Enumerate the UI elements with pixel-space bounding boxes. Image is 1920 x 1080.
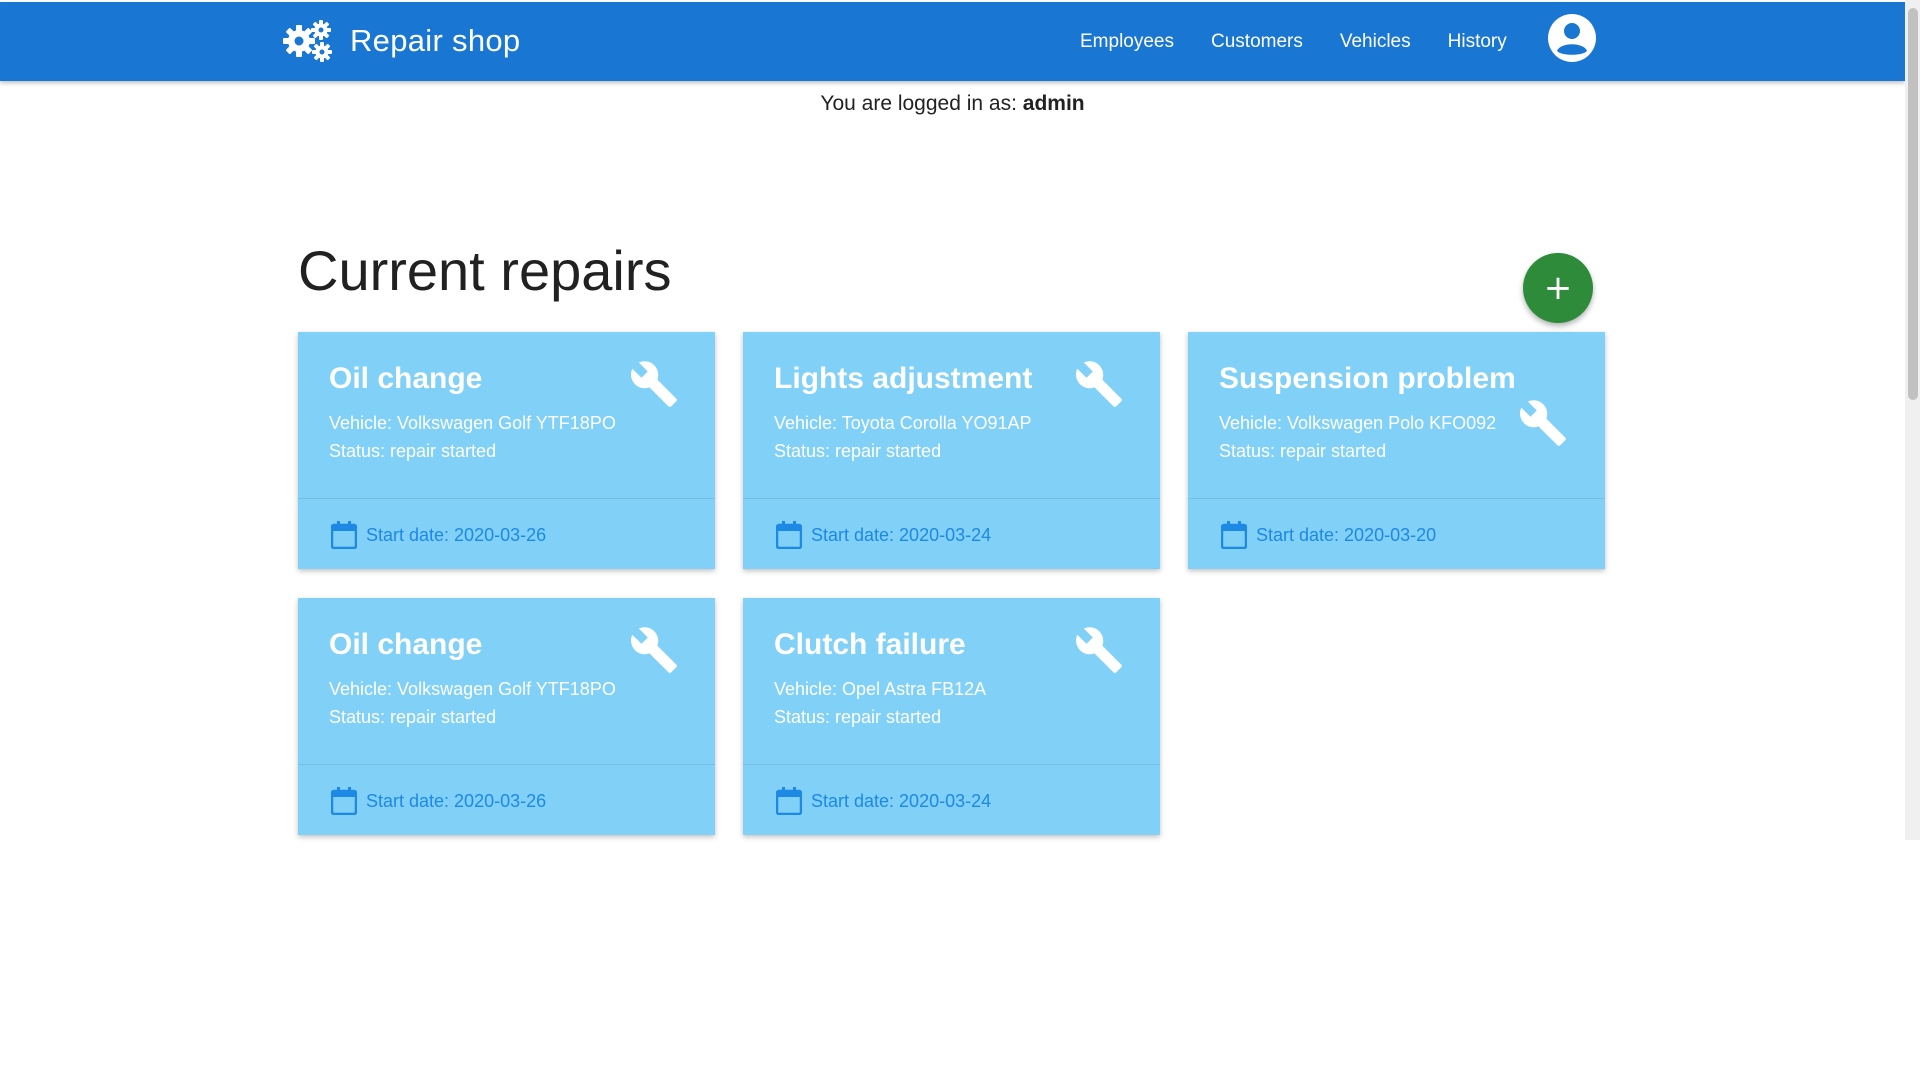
repair-card-footer: Start date: 2020-03-24 [776, 521, 991, 549]
repair-card[interactable]: Clutch failure Vehicle: Opel Astra FB12A… [743, 598, 1160, 835]
calendar-icon [331, 521, 357, 549]
repair-card[interactable]: Suspension problem Vehicle: Volkswagen P… [1188, 332, 1605, 569]
repair-card-start-date: Start date: 2020-03-20 [1256, 524, 1437, 545]
repair-card-start-date: Start date: 2020-03-26 [366, 790, 547, 811]
scrollbar-thumb[interactable] [1908, 8, 1918, 400]
wrench-icon [630, 361, 677, 407]
repair-card-footer: Start date: 2020-03-26 [331, 521, 546, 549]
repair-card-start-date: Start date: 2020-03-24 [811, 524, 992, 545]
repair-card-footer: Start date: 2020-03-20 [1221, 521, 1436, 549]
logged-in-prefix: You are logged in as: [820, 92, 1017, 115]
nav-customers[interactable]: Customers [1211, 31, 1303, 53]
repair-card-body: Oil change Vehicle: Volkswagen Golf YTF1… [298, 332, 715, 499]
calendar-icon [1221, 521, 1247, 549]
page-title: Current repairs [298, 239, 672, 302]
wrench-icon [630, 627, 677, 673]
logged-in-status: You are logged in as: admin [0, 92, 1905, 116]
repair-card-vehicle: Vehicle: Opel Astra FB12A [774, 679, 987, 699]
repair-card-title: Lights adjustment [774, 362, 1033, 395]
calendar-icon [331, 787, 357, 815]
repair-card-status: Status: repair started [774, 441, 942, 461]
repair-card-vehicle: Vehicle: Volkswagen Golf YTF18PO [329, 413, 616, 433]
repair-card-body: Clutch failure Vehicle: Opel Astra FB12A… [743, 598, 1160, 765]
wrench-icon [1075, 361, 1122, 407]
nav-employees[interactable]: Employees [1080, 31, 1174, 53]
repair-card-footer: Start date: 2020-03-24 [776, 787, 991, 815]
repair-card-footer: Start date: 2020-03-26 [331, 787, 546, 815]
repair-card-title: Oil change [329, 362, 483, 395]
wrench-icon [1519, 400, 1566, 446]
app-bar: Repair shop Employees Customers Vehicles… [0, 2, 1905, 81]
gears-icon [283, 20, 332, 62]
add-repair-button-label: + [1543, 268, 1573, 308]
calendar-icon [776, 521, 802, 549]
logged-in-username: admin [1022, 92, 1085, 115]
repair-card-status: Status: repair started [774, 707, 942, 727]
repair-card-vehicle: Vehicle: Volkswagen Polo KFO092 [1219, 413, 1497, 433]
add-repair-button[interactable]: + [1523, 253, 1593, 323]
repair-card-status: Status: repair started [329, 707, 497, 727]
repair-card-title: Suspension problem [1219, 362, 1516, 395]
repair-card-title: Clutch failure [774, 628, 966, 661]
page: Repair shop Employees Customers Vehicles… [0, 0, 1920, 1080]
account-circle-icon[interactable] [1546, 12, 1598, 64]
brand[interactable]: Repair shop [282, 16, 520, 66]
repair-card-body: Oil change Vehicle: Volkswagen Golf YTF1… [298, 598, 715, 765]
wrench-icon [1075, 627, 1122, 673]
repair-card-body: Suspension problem Vehicle: Volkswagen P… [1188, 332, 1605, 499]
repair-card-vehicle: Vehicle: Volkswagen Golf YTF18PO [329, 679, 616, 699]
nav-vehicles[interactable]: Vehicles [1340, 31, 1411, 53]
repair-card-body: Lights adjustment Vehicle: Toyota Coroll… [743, 332, 1160, 499]
repair-card[interactable]: Oil change Vehicle: Volkswagen Golf YTF1… [298, 332, 715, 569]
repair-card[interactable]: Oil change Vehicle: Volkswagen Golf YTF1… [298, 598, 715, 835]
repair-card[interactable]: Lights adjustment Vehicle: Toyota Coroll… [743, 332, 1160, 569]
repair-card-title: Oil change [329, 628, 483, 661]
nav-history[interactable]: History [1448, 31, 1507, 53]
main-nav: Employees Customers Vehicles History [1080, 2, 1544, 81]
repair-card-status: Status: repair started [329, 441, 497, 461]
repair-card-vehicle: Vehicle: Toyota Corolla YO91AP [774, 413, 1032, 433]
app-title: Repair shop [350, 23, 521, 58]
repair-card-start-date: Start date: 2020-03-24 [811, 790, 992, 811]
repair-card-start-date: Start date: 2020-03-26 [366, 524, 547, 545]
repair-card-status: Status: repair started [1219, 441, 1387, 461]
calendar-icon [776, 787, 802, 815]
